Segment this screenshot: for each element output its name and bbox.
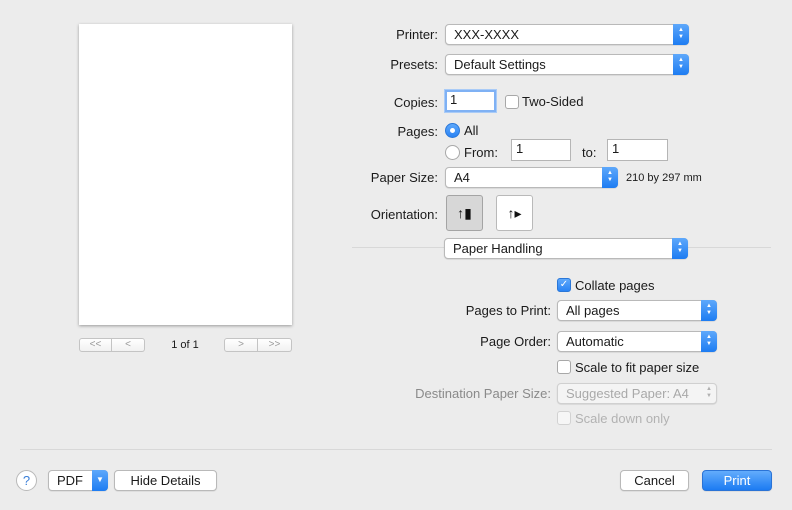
presets-value: Default Settings [454,57,546,72]
pages-to-label: to: [582,145,597,160]
scale-to-fit-label: Scale to fit paper size [575,360,700,375]
help-button[interactable]: ? [16,470,37,491]
orientation-label: Orientation: [370,207,438,222]
paper-size-value: A4 [454,170,470,185]
paper-size-label: Paper Size: [370,170,438,185]
page-order-select[interactable]: Automatic ▲ ▼ [557,331,717,352]
page-order-value: Automatic [566,334,624,349]
two-sided-checkbox[interactable] [505,95,519,109]
chevron-down-icon: ▼ [92,470,108,491]
pages-all-label: All [464,123,479,138]
cancel-button[interactable]: Cancel [620,470,689,491]
scale-to-fit-checkbox[interactable] [557,360,571,374]
updown-chevrons-icon: ▲ ▼ [602,167,618,188]
updown-chevrons-icon: ▲ ▼ [701,300,717,321]
updown-chevrons-icon: ▲ ▼ [673,24,689,45]
portrait-orientation-button[interactable]: ↑▮ [446,195,483,231]
pages-to-field[interactable]: 1 [607,139,668,161]
collate-label: Collate pages [575,278,655,293]
updown-chevrons-icon: ▲ ▼ [701,331,717,352]
footer-divider [20,449,772,450]
help-icon: ? [22,473,31,488]
collate-checkbox[interactable]: ✓ [557,278,571,292]
paper-dimensions: 210 by 297 mm [626,172,702,184]
section-value: Paper Handling [453,241,543,256]
updown-chevrons-icon: ▲ ▼ [706,386,712,399]
presets-select[interactable]: Default Settings ▲ ▼ [445,54,689,75]
printer-select[interactable]: XXX-XXXX ▲ ▼ [445,24,689,45]
pages-label: Pages: [397,124,438,139]
scale-down-only-label: Scale down only [575,411,670,426]
pages-to-print-select[interactable]: All pages ▲ ▼ [557,300,717,321]
first-page-button[interactable]: << [79,338,112,352]
pages-all-radio[interactable] [445,123,460,138]
two-sided-label: Two-Sided [522,94,584,109]
scale-down-only-checkbox [557,411,571,425]
presets-label: Presets: [390,57,438,72]
destination-paper-size-label: Destination Paper Size: [415,386,551,401]
next-page-button[interactable]: > [224,338,258,352]
last-page-button[interactable]: >> [258,338,292,352]
portrait-orientation-icon: ↑▮ [457,205,472,221]
printer-label: Printer: [396,27,438,42]
print-preview-page [79,24,292,325]
section-select[interactable]: Paper Handling ▲ ▼ [444,238,688,259]
pages-to-print-label: Pages to Print: [465,303,551,318]
pages-from-radio[interactable] [445,145,460,160]
updown-chevrons-icon: ▲ ▼ [672,238,688,259]
landscape-orientation-button[interactable]: ↑▸ [496,195,533,231]
destination-paper-size-value: Suggested Paper: A4 [566,386,689,401]
pages-from-label: From: [464,145,498,160]
pdf-label: PDF [57,473,83,488]
pages-from-field[interactable]: 1 [511,139,571,161]
printer-value: XXX-XXXX [454,27,520,42]
paper-size-select[interactable]: A4 ▲ ▼ [445,167,618,188]
print-button[interactable]: Print [702,470,772,491]
page-order-label: Page Order: [480,334,551,349]
copies-label: Copies: [393,95,438,110]
checkmark-icon: ✓ [559,279,569,290]
updown-chevrons-icon: ▲ ▼ [673,54,689,75]
hide-details-button[interactable]: Hide Details [114,470,217,491]
pages-to-print-value: All pages [566,303,620,318]
pdf-menu-button[interactable]: PDF ▼ [48,470,108,491]
destination-paper-size-select: Suggested Paper: A4 ▲ ▼ [557,383,717,404]
page-indicator: 1 of 1 [171,339,199,351]
landscape-orientation-icon: ↑▸ [507,205,522,221]
copies-field[interactable]: 1 [445,90,496,112]
previous-page-button[interactable]: < [112,338,145,352]
